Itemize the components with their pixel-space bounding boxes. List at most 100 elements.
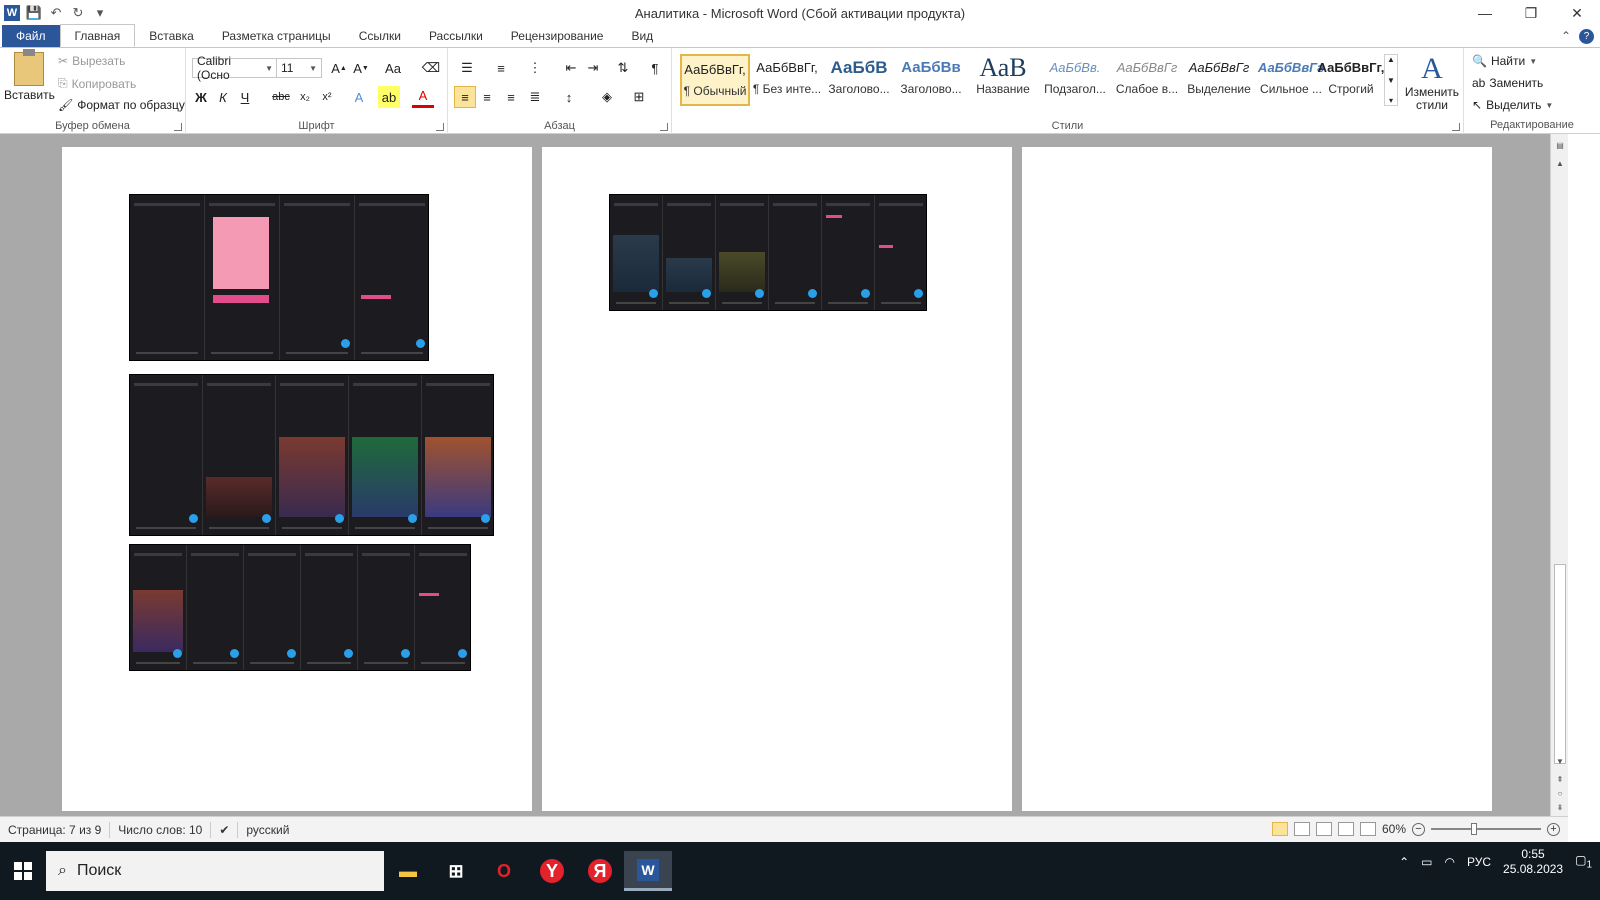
print-layout-view-button[interactable]: [1271, 822, 1288, 836]
style-no-spacing[interactable]: АаБбВвГг, ¶ Без инте...: [752, 54, 822, 106]
zoom-out-button[interactable]: −: [1412, 822, 1425, 836]
copy-button[interactable]: ⎘ Копировать: [58, 76, 136, 91]
select-button[interactable]: ↖ Выделить ▼: [1472, 98, 1553, 112]
show-marks-button[interactable]: ¶: [644, 57, 666, 79]
file-explorer-icon[interactable]: ▬: [384, 851, 432, 891]
style-emphasis[interactable]: АаБбВвГг Выделение: [1184, 54, 1254, 106]
opera-icon[interactable]: O: [480, 851, 528, 891]
styles-launcher-icon[interactable]: [1452, 123, 1460, 131]
font-color-button[interactable]: A: [412, 86, 434, 108]
zoom-slider[interactable]: [1431, 823, 1541, 835]
font-launcher-icon[interactable]: [436, 123, 444, 131]
browse-object-icon[interactable]: ○: [1553, 786, 1567, 800]
tab-references[interactable]: Ссылки: [345, 25, 415, 47]
sort-button[interactable]: ⇅: [612, 57, 634, 79]
underline-button[interactable]: Ч: [234, 86, 256, 108]
document-area[interactable]: [0, 134, 1550, 816]
style-title[interactable]: АаВ Название: [968, 54, 1038, 106]
chevron-up-icon[interactable]: ⌃: [1399, 855, 1409, 869]
style-strong[interactable]: АаБбВвГг, Строгий: [1316, 54, 1386, 106]
draft-view-button[interactable]: [1359, 822, 1376, 836]
cut-button[interactable]: ✂ Вырезать: [58, 54, 125, 68]
tab-file[interactable]: Файл: [2, 25, 60, 47]
tab-view[interactable]: Вид: [617, 25, 667, 47]
screenshot-image[interactable]: [129, 374, 494, 536]
tab-page-layout[interactable]: Разметка страницы: [208, 25, 345, 47]
italic-button[interactable]: К: [212, 86, 234, 108]
grow-font-button[interactable]: A ▲: [328, 57, 350, 79]
word-taskbar-icon[interactable]: W: [624, 851, 672, 891]
scroll-thumb[interactable]: [1554, 564, 1566, 764]
text-effects-button[interactable]: A: [348, 86, 370, 108]
justify-button[interactable]: ≣: [524, 86, 546, 108]
page[interactable]: [542, 147, 1012, 811]
numbering-button[interactable]: ≡: [490, 57, 512, 79]
screenshot-image[interactable]: [129, 544, 471, 671]
bullets-button[interactable]: ☰: [456, 57, 478, 79]
restore-button[interactable]: ❐: [1508, 0, 1554, 26]
battery-icon[interactable]: ▭: [1421, 855, 1432, 869]
subscript-button[interactable]: x₂: [294, 86, 316, 108]
borders-button[interactable]: ⊞: [628, 86, 650, 108]
change-styles-button[interactable]: A Изменить стили: [1404, 52, 1460, 112]
outline-view-button[interactable]: [1337, 822, 1354, 836]
shading-button[interactable]: ◈: [596, 86, 618, 108]
chevron-up-icon[interactable]: ▲: [1387, 55, 1395, 64]
paragraph-launcher-icon[interactable]: [660, 123, 668, 131]
line-spacing-button[interactable]: ↕: [558, 86, 580, 108]
font-family-combo[interactable]: Calibri (Осно ▼: [192, 54, 278, 82]
start-button[interactable]: [0, 851, 46, 891]
shrink-font-button[interactable]: A ▼: [350, 57, 372, 79]
increase-indent-button[interactable]: ⇥: [582, 57, 604, 79]
ribbon-collapse-icon[interactable]: ⌃: [1561, 29, 1571, 44]
yandex-icon[interactable]: Я: [576, 851, 624, 891]
scroll-up-icon[interactable]: ▲: [1553, 156, 1567, 170]
language-indicator[interactable]: русский: [238, 822, 297, 838]
chevron-down-icon[interactable]: ▼: [1387, 76, 1395, 85]
proofing-icon[interactable]: ✔: [211, 821, 239, 838]
clear-formatting-icon[interactable]: ⌫: [420, 57, 442, 79]
undo-icon[interactable]: ↶: [48, 5, 64, 21]
previous-page-icon[interactable]: ⇞: [1553, 772, 1567, 786]
wifi-icon[interactable]: ◠: [1445, 855, 1455, 869]
help-icon[interactable]: ?: [1579, 29, 1594, 44]
vertical-scrollbar[interactable]: ▤ ▲ ▼ ⇞ ○ ⇟: [1550, 134, 1568, 816]
screenshot-image[interactable]: [609, 194, 927, 311]
save-icon[interactable]: 💾: [26, 5, 42, 21]
strikethrough-button[interactable]: abc: [270, 86, 292, 108]
style-subtle-emphasis[interactable]: АаБбВвГг Слабое в...: [1112, 54, 1182, 106]
scroll-down-icon[interactable]: ▼: [1553, 754, 1567, 768]
zoom-level[interactable]: 60%: [1382, 822, 1406, 836]
align-right-button[interactable]: ≡: [500, 86, 522, 108]
highlight-button[interactable]: ab: [378, 86, 400, 108]
find-button[interactable]: 🔍 Найти ▼: [1472, 54, 1537, 68]
paste-button[interactable]: Вставить: [4, 49, 55, 102]
close-button[interactable]: ✕: [1554, 0, 1600, 26]
language-indicator[interactable]: РУС: [1467, 855, 1491, 869]
align-left-button[interactable]: ≡: [454, 86, 476, 108]
minimize-button[interactable]: —: [1462, 0, 1508, 26]
yandex-browser-icon[interactable]: Y: [528, 851, 576, 891]
full-screen-reading-view-button[interactable]: [1293, 822, 1310, 836]
taskbar-search[interactable]: ⌕ Поиск: [46, 851, 384, 891]
page-count[interactable]: Страница: 7 из 9: [0, 821, 111, 838]
ruler-toggle-icon[interactable]: ▤: [1553, 138, 1567, 152]
customize-qat-icon[interactable]: ▾: [92, 5, 108, 21]
next-page-icon[interactable]: ⇟: [1553, 800, 1567, 814]
multilevel-list-button[interactable]: ⋮: [524, 57, 546, 79]
word-count[interactable]: Число слов: 10: [110, 821, 212, 838]
styles-gallery-scroll[interactable]: ▲ ▼ ▾: [1384, 54, 1398, 106]
bold-button[interactable]: Ж: [190, 86, 212, 108]
style-heading-1[interactable]: АаБбВ Заголово...: [824, 54, 894, 106]
style-normal[interactable]: АаБбВвГг, ¶ Обычный: [680, 54, 750, 106]
page[interactable]: [1022, 147, 1492, 811]
tab-insert[interactable]: Вставка: [135, 25, 208, 47]
clipboard-launcher-icon[interactable]: [174, 123, 182, 131]
style-subtitle[interactable]: АаБбВв. Подзагол...: [1040, 54, 1110, 106]
change-case-button[interactable]: Аа: [382, 57, 404, 79]
tab-home[interactable]: Главная: [59, 24, 136, 47]
replace-button[interactable]: ab Заменить: [1472, 76, 1543, 90]
zoom-slider-knob[interactable]: [1471, 823, 1477, 835]
tab-review[interactable]: Рецензирование: [497, 25, 618, 47]
more-icon[interactable]: ▾: [1389, 96, 1393, 105]
